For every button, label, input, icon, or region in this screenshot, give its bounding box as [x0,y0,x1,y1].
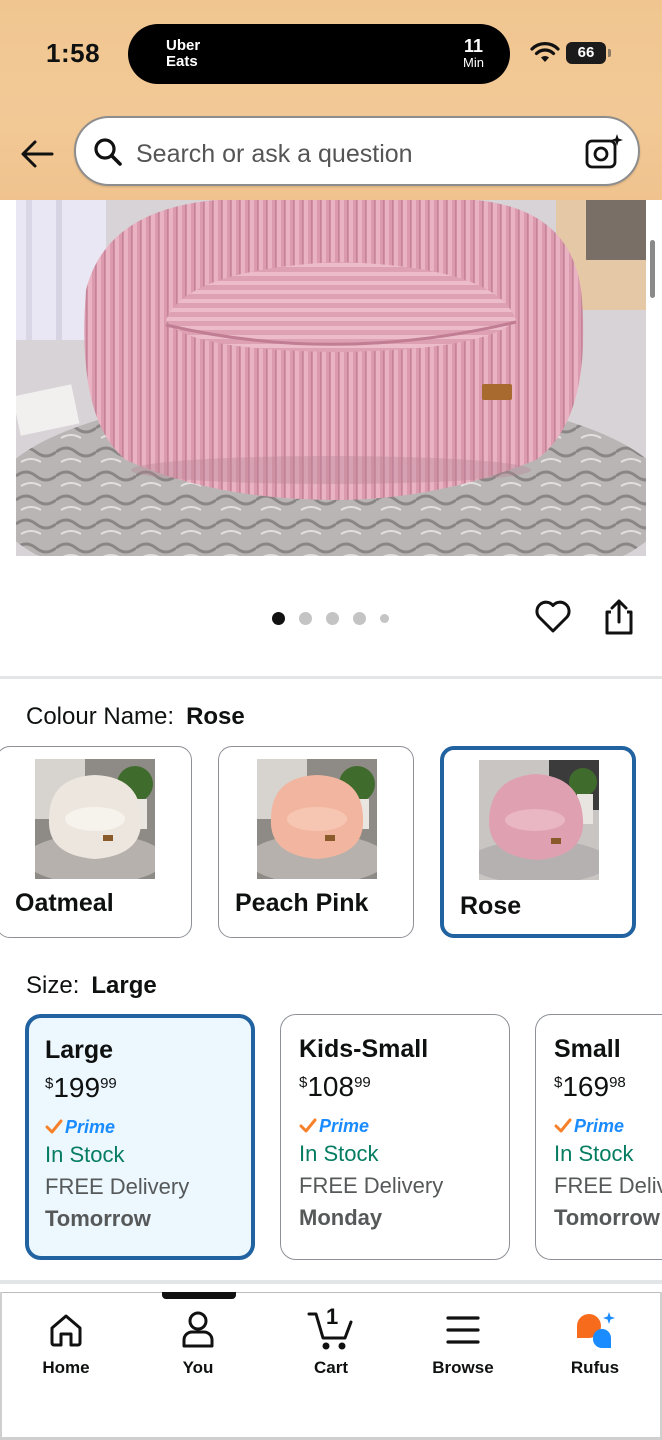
battery-tip [608,49,611,57]
arrow-left-icon [21,140,54,168]
nav-item-home[interactable]: Home [11,1306,121,1378]
camera-scan-icon[interactable] [584,132,624,177]
size-option-name: Large [45,1036,114,1064]
delivery-text: FREE Delivery [299,1173,444,1198]
size-option-price: $10899 [299,1071,371,1102]
eta-value: 11 [464,36,484,56]
nav-edge [0,1292,2,1440]
size-option-price: $19999 [45,1072,117,1103]
check-icon [554,1118,572,1133]
product-image[interactable] [16,200,646,556]
heart-icon[interactable] [534,598,572,639]
live-activity-app-line2: Eats [166,53,198,70]
image-pager-dots[interactable] [272,612,389,625]
eta-unit: Min [463,55,484,70]
stock-status: In Stock [554,1141,634,1166]
search-bar[interactable]: Search or ask a question [74,116,640,186]
search-icon [92,136,124,173]
colour-option-label: Oatmeal [15,889,114,917]
pager-dot[interactable] [353,612,366,625]
prime-badge: Prime [554,1113,662,1139]
header-bar: 1:58 Uber Eats 11 Min 66 Search or ask a… [0,0,662,200]
menu-icon [408,1306,518,1354]
uber-eats-logo: Uber Eats [166,38,200,70]
colour-option-rose[interactable]: Rose [440,746,636,938]
nav-label: Home [42,1358,90,1377]
page-scrollbar[interactable] [650,240,655,298]
colour-thumbnail [35,759,155,879]
size-selected-value: Large [91,972,157,999]
colour-selected-value: Rose [186,703,245,730]
nav-item-you[interactable]: You [143,1306,253,1378]
size-option-kids-small[interactable]: Kids-Small $10899 Prime In Stock FREE De… [280,1014,510,1260]
size-option-small[interactable]: Small $16998 Prime In Stock FREE Deliver… [535,1014,662,1260]
nav-item-cart[interactable]: 1 Cart [276,1304,386,1378]
size-option-large[interactable]: Large $19999 Prime In Stock FREE Deliver… [25,1014,255,1260]
colour-option-peach-pink[interactable]: Peach Pink [218,746,414,938]
section-divider [0,1280,662,1284]
stock-status: In Stock [299,1141,379,1166]
colour-thumbnail [257,759,377,879]
delivery-text: FREE Delivery [45,1174,190,1199]
colour-label-row: Colour Name: Rose [26,703,245,731]
delivery-text: FREE Delivery [554,1173,662,1198]
back-button[interactable] [18,134,58,174]
colour-option-label: Rose [460,892,522,920]
person-icon [143,1306,253,1354]
size-label-row: Size: Large [26,972,157,1000]
live-activity-island[interactable]: Uber Eats 11 Min [128,24,510,84]
status-time: 1:58 [46,38,101,68]
colour-option-oatmeal[interactable]: Oatmeal [0,746,192,938]
size-label: Size: [26,972,80,999]
nav-label: Rufus [570,1358,620,1377]
colour-option-label: Peach Pink [235,889,369,917]
nav-label: Cart [313,1358,348,1377]
check-icon [299,1118,317,1133]
nav-item-rufus[interactable]: Rufus [540,1306,650,1378]
nav-label: Browse [432,1358,494,1377]
check-icon [45,1119,63,1134]
delivery-day: Tomorrow [45,1206,151,1231]
cart-icon: 1 [276,1304,386,1354]
pager-dot[interactable] [326,612,339,625]
battery-level: 66 [577,44,595,61]
prime-badge: Prime [299,1113,443,1139]
prime-badge: Prime [45,1114,189,1140]
nav-label: You [182,1358,214,1377]
rufus-icon [540,1306,650,1354]
live-activity-app-line1: Uber [166,37,201,54]
size-option-name: Kids-Small [299,1035,429,1063]
cart-count-badge: 1 [326,1304,339,1329]
wifi-icon [530,42,560,69]
delivery-day: Monday [299,1205,383,1230]
pager-dot[interactable] [272,612,285,625]
pager-dot[interactable] [380,614,389,623]
size-option-name: Small [554,1035,621,1063]
stock-status: In Stock [45,1142,125,1167]
nav-active-indicator [162,1292,236,1299]
pager-dot[interactable] [299,612,312,625]
search-input[interactable]: Search or ask a question [136,140,413,169]
eta-readout: 11 Min [463,36,484,70]
colour-thumbnail [479,760,599,880]
delivery-day: Tomorrow [554,1205,660,1230]
colour-label: Colour Name: [26,703,175,730]
section-divider [0,676,662,679]
nav-item-browse[interactable]: Browse [408,1306,518,1378]
share-icon[interactable] [602,598,636,641]
size-option-price: $16998 [554,1071,626,1102]
battery-icon: 66 [566,42,606,64]
home-icon [11,1306,121,1354]
